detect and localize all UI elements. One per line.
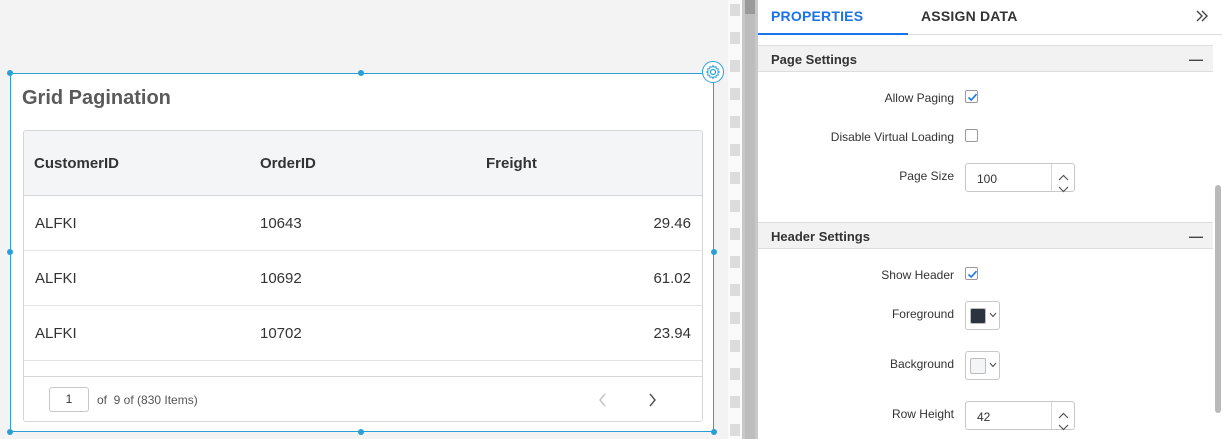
cell-orderid: 10692 [260, 270, 302, 287]
next-page-button[interactable] [639, 387, 665, 413]
cell-orderid: 10702 [260, 325, 302, 342]
chevron-left-icon [599, 393, 606, 407]
resize-handle-top-left[interactable] [7, 70, 13, 76]
canvas-edge-pattern [728, 0, 742, 439]
section-title: Header Settings [771, 229, 870, 244]
cell-freight: 61.02 [653, 270, 691, 287]
disable-virtual-loading-checkbox[interactable] [965, 129, 978, 142]
panel-tabs: PROPERTIES ASSIGN DATA [758, 0, 1222, 35]
resize-handle-top[interactable] [358, 70, 364, 76]
section-title: Page Settings [771, 52, 857, 67]
cell-customerid: ALFKI [35, 325, 77, 342]
properties-panel: PROPERTIES ASSIGN DATA Page Settings — A… [758, 0, 1222, 439]
foreground-swatch [970, 308, 986, 324]
row-height-value: 42 [977, 410, 991, 424]
page-number-input[interactable]: 1 [49, 387, 89, 412]
design-canvas: Grid Pagination CustomerID OrderID Freig… [0, 0, 742, 439]
cell-orderid: 10643 [260, 215, 302, 232]
panel-splitter[interactable] [742, 0, 758, 439]
grid-header: CustomerID OrderID Freight [24, 131, 702, 196]
background-color-picker[interactable] [965, 351, 1000, 380]
tab-properties[interactable]: PROPERTIES [758, 0, 908, 35]
table-row[interactable]: ALFKI 10692 61.02 [24, 251, 702, 306]
splitter-scrollbar[interactable] [745, 0, 755, 439]
checkmark-icon [967, 270, 978, 279]
double-chevron-right-icon [1196, 10, 1208, 22]
pager-summary: of 9 of (830 Items) [97, 393, 198, 407]
collapse-section-icon[interactable]: — [1189, 228, 1203, 244]
tab-assign-data[interactable]: ASSIGN DATA [921, 0, 1018, 35]
show-header-label: Show Header [881, 268, 954, 282]
chevron-right-icon [649, 393, 656, 407]
chevron-down-icon [989, 362, 997, 368]
show-header-checkbox[interactable] [965, 267, 978, 280]
resize-handle-bottom[interactable] [358, 429, 364, 435]
chevron-down-icon [989, 312, 997, 318]
foreground-color-picker[interactable] [965, 301, 1000, 330]
widget-settings-button[interactable] [702, 61, 724, 83]
cell-freight: 23.94 [653, 325, 691, 342]
resize-handle-right[interactable] [711, 249, 717, 255]
checkmark-icon [967, 93, 978, 102]
page-size-input[interactable]: 100 [965, 163, 1075, 193]
prev-page-button[interactable] [590, 387, 616, 413]
cell-freight: 29.46 [653, 215, 691, 232]
resize-handle-bottom-right[interactable] [711, 429, 717, 435]
panel-scrollbar[interactable] [1215, 185, 1221, 413]
splitter-grip[interactable] [745, 0, 755, 14]
gear-icon [705, 64, 721, 80]
data-grid: CustomerID OrderID Freight ALFKI 10643 2… [23, 130, 703, 422]
row-height-label: Row Height [891, 407, 954, 421]
resize-handle-left[interactable] [7, 249, 13, 255]
grid-widget[interactable]: Grid Pagination CustomerID OrderID Freig… [10, 73, 714, 432]
resize-handle-bottom-left[interactable] [7, 429, 13, 435]
allow-paging-checkbox[interactable] [965, 90, 978, 103]
collapse-section-icon[interactable]: — [1189, 51, 1203, 67]
allow-paging-label: Allow Paging [884, 91, 954, 105]
chevron-down-icon[interactable] [1058, 180, 1069, 198]
column-header-orderid[interactable]: OrderID [260, 155, 316, 172]
row-height-input[interactable]: 42 [965, 401, 1075, 431]
foreground-label: Foreground [891, 307, 954, 321]
page-size-label: Page Size [899, 169, 954, 183]
background-label: Background [889, 357, 954, 371]
column-header-freight[interactable]: Freight [486, 155, 537, 172]
row-height-stepper[interactable] [1051, 402, 1074, 431]
widget-title: Grid Pagination [22, 87, 171, 109]
table-row[interactable]: ALFKI 10643 29.46 [24, 196, 702, 251]
column-header-customerid[interactable]: CustomerID [34, 155, 119, 172]
page-size-value: 100 [977, 172, 998, 186]
collapse-panel-button[interactable] [1192, 6, 1212, 26]
section-page-settings[interactable]: Page Settings — [758, 45, 1213, 72]
grid-pager: 1 of 9 of (830 Items) [24, 376, 702, 421]
chevron-down-icon[interactable] [1058, 418, 1069, 436]
table-row[interactable]: ALFKI 10702 23.94 [24, 306, 702, 361]
cell-customerid: ALFKI [35, 270, 77, 287]
cell-customerid: ALFKI [35, 215, 77, 232]
section-header-settings[interactable]: Header Settings — [758, 222, 1213, 249]
disable-virtual-loading-label: Disable Virtual Loading [830, 130, 954, 144]
background-swatch [970, 358, 986, 374]
page-size-stepper[interactable] [1051, 164, 1074, 193]
